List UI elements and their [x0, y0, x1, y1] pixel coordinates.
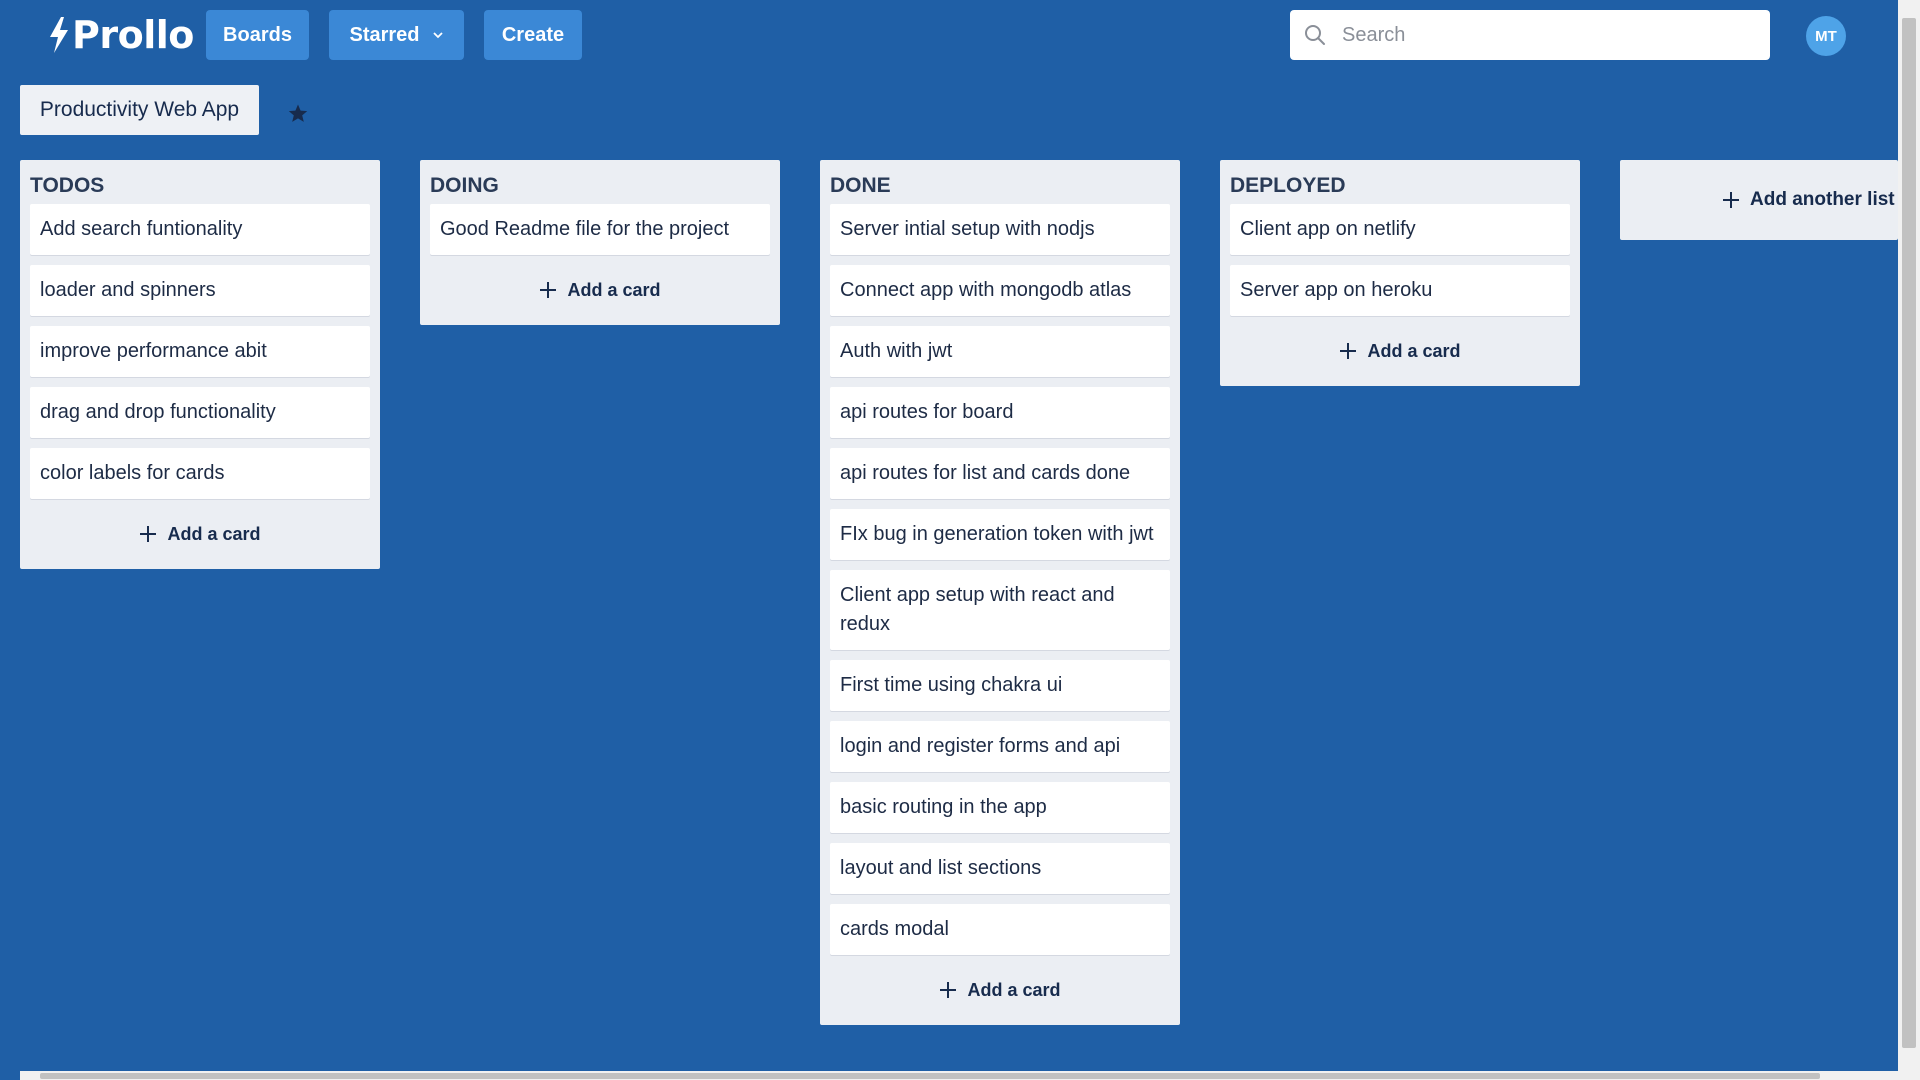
user-avatar[interactable]: MT	[1806, 16, 1846, 56]
card[interactable]: Auth with jwt	[830, 326, 1170, 377]
card[interactable]: FIx bug in generation token with jwt	[830, 509, 1170, 560]
board-title[interactable]: Productivity Web App	[20, 85, 259, 135]
card[interactable]: Add search funtionality	[30, 204, 370, 255]
add-card-button[interactable]: Add a card	[830, 965, 1170, 1015]
horizontal-scrollbar[interactable]	[20, 1071, 1898, 1080]
create-button[interactable]: Create	[484, 10, 582, 60]
card[interactable]: Client app on netlify	[1230, 204, 1570, 255]
plus-icon	[1340, 343, 1357, 359]
vertical-scrollbar[interactable]	[1898, 0, 1920, 1080]
vertical-scrollbar-thumb[interactable]	[1902, 18, 1916, 1048]
card[interactable]: improve performance abit	[30, 326, 370, 377]
boards-button-label: Boards	[223, 23, 292, 46]
card[interactable]: Client app setup with react and redux	[830, 570, 1170, 650]
add-list-button[interactable]: Add another list	[1620, 160, 1898, 240]
user-initials: MT	[1815, 27, 1837, 45]
list-deployed: DEPLOYED Client app on netlify Server ap…	[1220, 160, 1580, 386]
list-title[interactable]: DONE	[830, 170, 1170, 202]
card[interactable]: Server intial setup with nodjs	[830, 204, 1170, 255]
list-todos: TODOS Add search funtionality loader and…	[20, 160, 380, 569]
search-input[interactable]	[1340, 22, 1744, 48]
board-title-text: Productivity Web App	[39, 98, 240, 121]
add-card-button[interactable]: Add a card	[1230, 326, 1570, 376]
create-button-label: Create	[501, 23, 565, 46]
plus-icon	[940, 982, 957, 998]
plus-icon	[1723, 192, 1739, 208]
list-title[interactable]: TODOS	[30, 170, 370, 202]
card[interactable]: api routes for board	[830, 387, 1170, 438]
add-list-label: Add another list	[1750, 189, 1895, 210]
boards-button[interactable]: Boards	[206, 10, 309, 60]
add-card-label: Add a card	[167, 523, 261, 544]
app-logo[interactable]: Prollo	[48, 12, 194, 58]
horizontal-scrollbar-thumb[interactable]	[40, 1073, 1820, 1079]
star-icon[interactable]	[286, 102, 310, 126]
add-card-button[interactable]: Add a card	[30, 509, 370, 559]
top-navigation-bar: Prollo Boards Starred Create MT	[0, 0, 1898, 72]
logo-text: Prollo	[72, 13, 194, 57]
card[interactable]: Good Readme file for the project	[430, 204, 770, 255]
card[interactable]: cards modal	[830, 904, 1170, 955]
card[interactable]: Server app on heroku	[1230, 265, 1570, 316]
card[interactable]: basic routing in the app	[830, 782, 1170, 833]
card[interactable]: loader and spinners	[30, 265, 370, 316]
card[interactable]: layout and list sections	[830, 843, 1170, 894]
card[interactable]: login and register forms and api	[830, 721, 1170, 772]
starred-button-label: Starred	[349, 23, 420, 46]
search-icon	[1305, 25, 1325, 45]
card[interactable]: drag and drop functionality	[30, 387, 370, 438]
list-doing: DOING Good Readme file for the project A…	[420, 160, 780, 325]
lightning-bolt-icon	[50, 17, 68, 53]
plus-icon	[140, 526, 157, 542]
add-card-label: Add a card	[967, 979, 1061, 1000]
card[interactable]: color labels for cards	[30, 448, 370, 499]
list-title[interactable]: DEPLOYED	[1230, 170, 1570, 202]
add-card-button[interactable]: Add a card	[430, 265, 770, 315]
add-card-label: Add a card	[567, 279, 661, 300]
list-title[interactable]: DOING	[430, 170, 770, 202]
card[interactable]: First time using chakra ui	[830, 660, 1170, 711]
card[interactable]: Connect app with mongodb atlas	[830, 265, 1170, 316]
add-card-label: Add a card	[1367, 340, 1461, 361]
list-done: DONE Server intial setup with nodjs Conn…	[820, 160, 1180, 1025]
plus-icon	[540, 282, 557, 298]
chevron-down-icon	[432, 32, 443, 39]
starred-dropdown-button[interactable]: Starred	[329, 10, 464, 60]
card[interactable]: api routes for list and cards done	[830, 448, 1170, 499]
search-box	[1290, 10, 1770, 60]
